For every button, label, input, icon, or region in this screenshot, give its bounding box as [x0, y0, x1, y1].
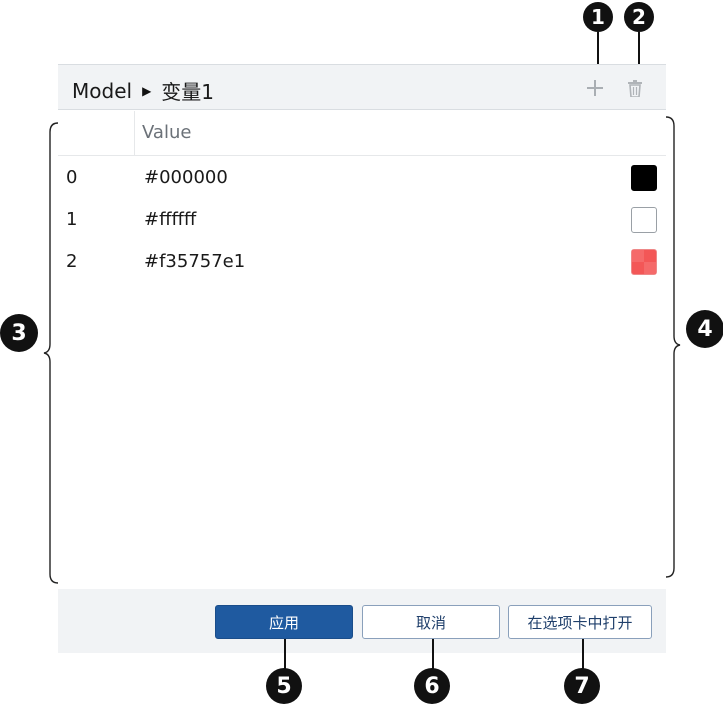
callout-6: 6 [414, 668, 450, 704]
color-swatch[interactable] [631, 249, 657, 275]
callout-5-leader [284, 639, 286, 669]
open-in-tab-button[interactable]: 在选项卡中打开 [508, 605, 652, 639]
row-value[interactable]: #ffffff [144, 209, 196, 230]
cancel-button[interactable]: 取消 [362, 605, 500, 639]
callout-2: 2 [624, 2, 654, 32]
callout-1: 1 [583, 2, 613, 32]
callout-6-leader [432, 639, 434, 669]
row-index: 2 [66, 251, 78, 272]
callout-7-leader [582, 639, 584, 669]
panel-header: Model ▶ 变量1 [58, 64, 666, 110]
callout-7: 7 [564, 668, 600, 704]
value-column-header: Value [142, 122, 192, 143]
breadcrumb: Model ▶ 变量1 [72, 76, 214, 105]
breadcrumb-current: 变量1 [161, 80, 215, 104]
apply-button-label: 应用 [268, 613, 299, 632]
row-index: 0 [66, 167, 78, 188]
row-value[interactable]: #000000 [144, 167, 228, 188]
callout-5: 5 [266, 668, 302, 704]
dialog-footer: 应用 取消 在选项卡中打开 [58, 589, 666, 653]
row-index: 1 [66, 209, 78, 230]
index-column-header [58, 111, 135, 155]
table-row[interactable]: 2 #f35757e1 [58, 241, 666, 283]
right-brace [665, 116, 681, 578]
breadcrumb-separator-icon: ▶ [142, 83, 152, 98]
cancel-button-label: 取消 [415, 613, 446, 632]
callout-4: 4 [686, 310, 723, 348]
table-header: Value [58, 111, 666, 156]
color-swatch[interactable] [631, 165, 657, 191]
apply-button[interactable]: 应用 [215, 605, 353, 639]
open-in-tab-label: 在选项卡中打开 [527, 613, 633, 632]
table-row[interactable]: 1 #ffffff [58, 199, 666, 241]
breadcrumb-root[interactable]: Model [72, 79, 132, 103]
callout-3: 3 [0, 314, 38, 352]
plus-icon[interactable] [584, 77, 606, 99]
table-row[interactable]: 0 #000000 [58, 157, 666, 199]
trash-icon[interactable] [624, 77, 646, 99]
value-table: Value 0 #000000 1 #ffffff 2 #f35757e1 [58, 111, 666, 589]
row-value[interactable]: #f35757e1 [144, 251, 245, 272]
color-swatch[interactable] [631, 207, 657, 233]
